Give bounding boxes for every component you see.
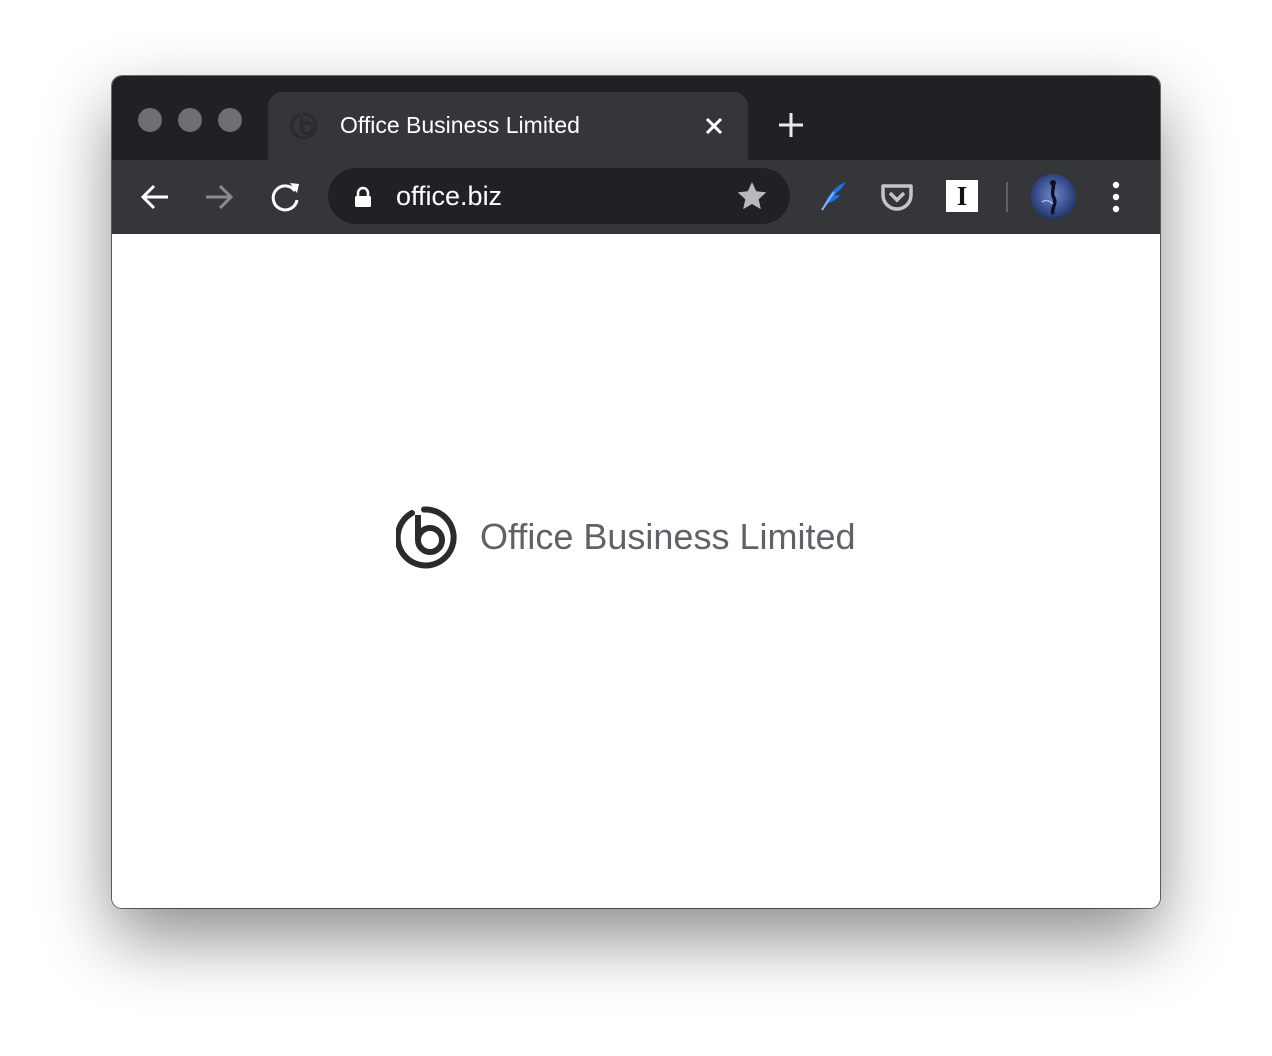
tab-title: Office Business Limited <box>340 112 580 138</box>
close-tab-icon[interactable] <box>700 112 728 140</box>
zoom-window-button[interactable] <box>218 108 242 132</box>
toolbar: office.biz I <box>112 160 1160 234</box>
page-content: Office Business Limited <box>112 234 1160 908</box>
bookmark-star-icon[interactable] <box>736 180 768 212</box>
browser-window: Office Business Limited office.biz I Off… <box>112 76 1160 908</box>
avatar-image <box>1030 174 1076 220</box>
back-arrow-icon[interactable] <box>138 180 172 214</box>
profile-avatar[interactable] <box>1030 174 1076 220</box>
address-bar[interactable]: office.biz <box>328 168 790 224</box>
tab-office-business-limited[interactable]: Office Business Limited <box>268 92 748 160</box>
url-text[interactable]: office.biz <box>396 181 502 212</box>
title-bar: Office Business Limited <box>112 76 1160 160</box>
new-tab-icon[interactable] <box>776 110 806 140</box>
reload-icon[interactable] <box>268 180 302 214</box>
menu-dots-icon[interactable] <box>1104 178 1128 216</box>
lock-icon[interactable] <box>352 186 374 208</box>
toolbar-separator <box>1006 182 1008 212</box>
close-window-button[interactable] <box>138 108 162 132</box>
company-name: Office Business Limited <box>480 516 856 557</box>
flow-feather-extension-icon[interactable] <box>814 178 852 216</box>
minimize-window-button[interactable] <box>178 108 202 132</box>
pocket-icon[interactable] <box>878 178 916 216</box>
instapaper-icon[interactable]: I <box>946 180 978 212</box>
office-business-logo-icon <box>396 506 457 569</box>
forward-arrow-icon[interactable] <box>202 180 236 214</box>
office-business-logo-icon <box>290 112 318 140</box>
